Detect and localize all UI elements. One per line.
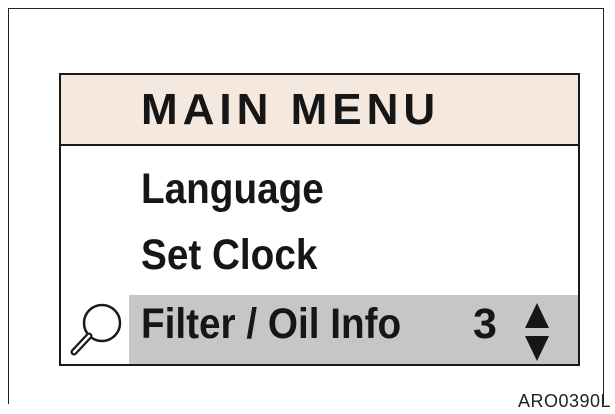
up-down-arrow-icon[interactable] (523, 301, 551, 363)
magnifier-icon (70, 303, 122, 356)
display-screen: MAIN MENU Language Set Clock Filter / Oi… (59, 73, 580, 366)
menu-header: MAIN MENU (61, 75, 578, 146)
figure-code: ARO0390L (517, 391, 611, 411)
menu-title: MAIN MENU (141, 85, 441, 134)
menu-item-filter-oil-info[interactable]: Filter / Oil Info (141, 300, 401, 349)
menu-item-set-clock[interactable]: Set Clock (141, 231, 317, 280)
menu-item-language[interactable]: Language (141, 165, 324, 214)
filter-oil-count: 3 (473, 300, 497, 348)
